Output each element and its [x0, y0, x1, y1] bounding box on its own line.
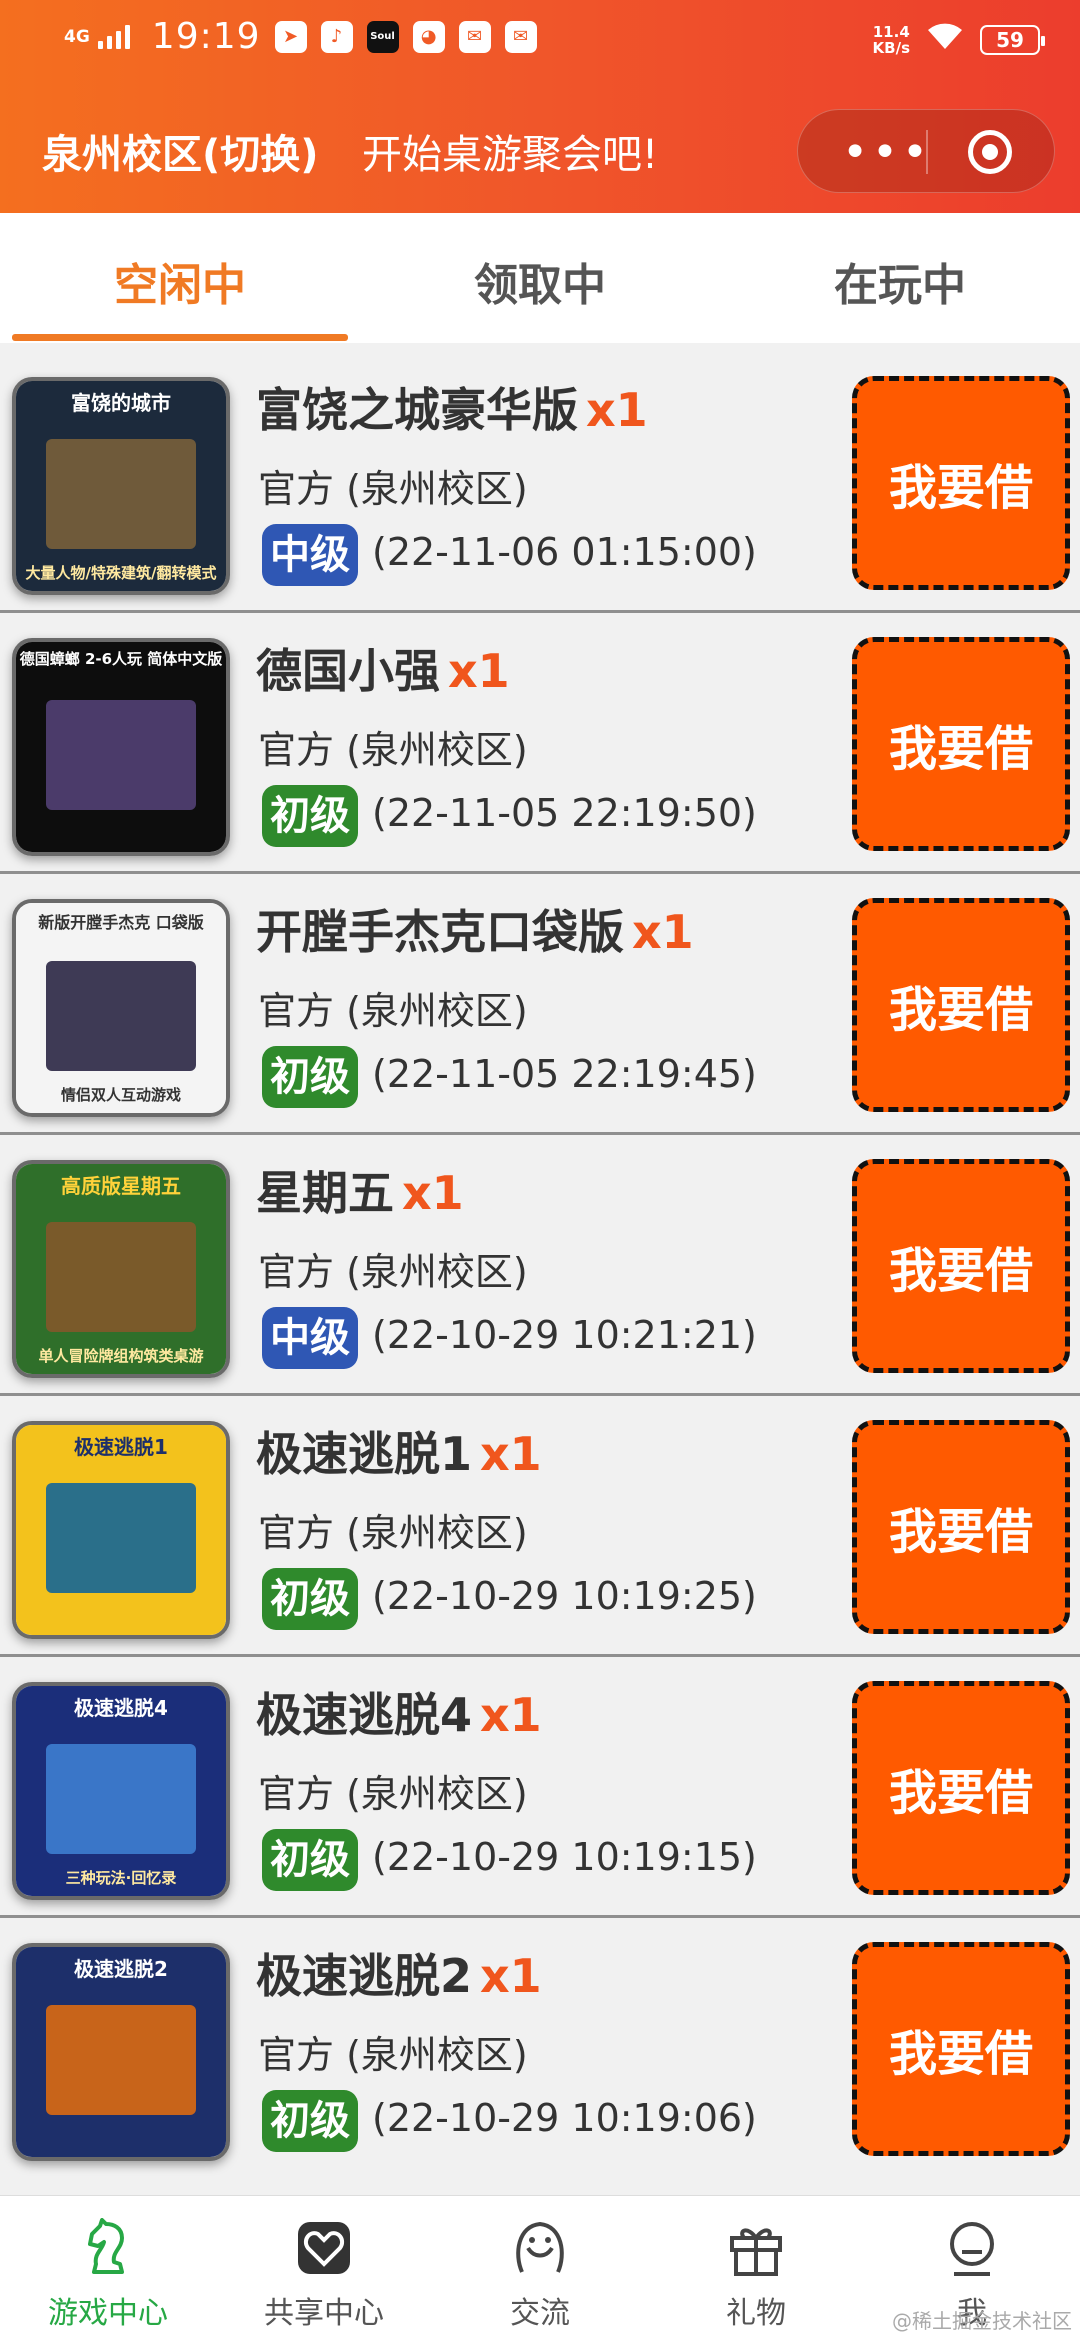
list-item[interactable]: 极速逃脱4 三种玩法·回忆录 极速逃脱4 x1 官方 (泉州校区) 初级 (22-…: [0, 1657, 1080, 1918]
title-bar: 泉州校区(切换) 开始桌游聚会吧! •••: [0, 100, 1080, 200]
status-bar-left: 4G 19:19 ➤ ♪ Soul ◕ ✉ ✉: [64, 16, 537, 57]
list-item[interactable]: 高质版星期五 单人冒险牌组构筑类桌游 星期五 x1 官方 (泉州校区) 中级 (2…: [0, 1135, 1080, 1396]
game-owner: 官方 (泉州校区): [258, 2033, 528, 2077]
battery-icon: 59: [980, 25, 1045, 55]
miniprogram-capsule: •••: [797, 109, 1055, 193]
game-timestamp: (22-11-05 22:19:45): [372, 1052, 757, 1096]
close-miniprogram-icon[interactable]: [968, 130, 1012, 174]
game-owner: 官方 (泉州校区): [258, 989, 528, 1033]
game-owner: 官方 (泉州校区): [258, 467, 528, 511]
level-badge: 初级: [262, 2090, 358, 2152]
game-cover: 极速逃脱2: [12, 1943, 230, 2161]
network-type: 4G: [64, 26, 90, 47]
list-item[interactable]: 极速逃脱1 极速逃脱1 x1 官方 (泉州校区) 初级 (22-10-29 10:…: [0, 1396, 1080, 1657]
status-bar-right: 11.4 KB/s 59: [872, 20, 1045, 60]
status-tabs: 空闲中 领取中 在玩中: [0, 213, 1080, 343]
borrow-button[interactable]: 我要借: [852, 898, 1070, 1112]
nav-community[interactable]: 交流: [432, 2196, 648, 2340]
game-title: 极速逃脱1 x1: [256, 1427, 542, 1481]
game-quantity: x1: [480, 1427, 542, 1481]
game-timestamp: (22-10-29 10:19:25): [372, 1574, 757, 1618]
game-quantity: x1: [448, 644, 510, 698]
game-title: 德国小强 x1: [256, 644, 510, 698]
borrow-button[interactable]: 我要借: [852, 1420, 1070, 1634]
list-item[interactable]: 新版开膛手杰克 口袋版 情侣双人互动游戏 开膛手杰克口袋版 x1 官方 (泉州校区…: [0, 874, 1080, 1135]
bilibili-icon: ◕: [412, 20, 445, 53]
nav-share-center[interactable]: 共享中心: [216, 2196, 432, 2340]
borrow-button[interactable]: 我要借: [852, 1159, 1070, 1373]
user-icon: [950, 2222, 994, 2276]
level-badge: 中级: [262, 1307, 358, 1369]
status-bar: 4G 19:19 ➤ ♪ Soul ◕ ✉ ✉ 11.4 KB/s 59: [0, 0, 1080, 84]
bottom-nav: 游戏中心 共享中心 交流 礼物 我 @稀土掘金技术社区: [0, 2195, 1080, 2340]
list-item[interactable]: 富饶的城市 大量人物/特殊建筑/翻转模式 富饶之城豪华版 x1 官方 (泉州校区)…: [0, 352, 1080, 613]
game-owner: 官方 (泉州校区): [258, 1250, 528, 1294]
heart-box-icon: [298, 2222, 350, 2274]
game-title: 开膛手杰克口袋版 x1: [256, 905, 694, 959]
borrow-button[interactable]: 我要借: [852, 1942, 1070, 2156]
level-badge: 初级: [262, 1046, 358, 1108]
chess-knight-icon: [88, 2218, 124, 2274]
nav-gifts[interactable]: 礼物: [648, 2196, 864, 2340]
app-header: 4G 19:19 ➤ ♪ Soul ◕ ✉ ✉ 11.4 KB/s 59 泉州校…: [0, 0, 1080, 213]
borrow-button[interactable]: 我要借: [852, 1681, 1070, 1895]
game-cover: 极速逃脱4 三种玩法·回忆录: [12, 1682, 230, 1900]
list-item[interactable]: 极速逃脱2 极速逃脱2 x1 官方 (泉州校区) 初级 (22-10-29 10:…: [0, 1918, 1080, 2179]
game-owner: 官方 (泉州校区): [258, 728, 528, 772]
game-quantity: x1: [480, 1688, 542, 1742]
game-list: 富饶的城市 大量人物/特殊建筑/翻转模式 富饶之城豪华版 x1 官方 (泉州校区)…: [0, 352, 1080, 2179]
mail-icon: ✉: [458, 20, 491, 53]
game-cover: 极速逃脱1: [12, 1421, 230, 1639]
game-timestamp: (22-10-29 10:19:15): [372, 1835, 757, 1879]
game-timestamp: (22-11-05 22:19:50): [372, 791, 757, 835]
game-owner: 官方 (泉州校区): [258, 1511, 528, 1555]
game-cover: 德国蟑螂 2-6人玩 简体中文版: [12, 638, 230, 856]
campus-switch[interactable]: 泉州校区(切换): [42, 122, 319, 180]
level-badge: 初级: [262, 1829, 358, 1891]
network-speed: 11.4 KB/s: [872, 23, 910, 57]
nav-game-center[interactable]: 游戏中心: [0, 2196, 216, 2340]
tab-playing[interactable]: 在玩中: [720, 249, 1080, 313]
game-quantity: x1: [402, 1166, 464, 1220]
level-badge: 中级: [262, 524, 358, 586]
level-badge: 初级: [262, 1568, 358, 1630]
tab-claiming[interactable]: 领取中: [360, 249, 720, 313]
level-badge: 初级: [262, 785, 358, 847]
borrow-button[interactable]: 我要借: [852, 376, 1070, 590]
game-cover: 富饶的城市 大量人物/特殊建筑/翻转模式: [12, 377, 230, 595]
game-timestamp: (22-11-06 01:15:00): [372, 530, 757, 574]
page-title: 开始桌游聚会吧!: [362, 132, 659, 178]
game-owner: 官方 (泉州校区): [258, 1772, 528, 1816]
game-title: 极速逃脱2 x1: [256, 1949, 542, 2003]
game-title: 星期五 x1: [256, 1166, 464, 1220]
game-title: 极速逃脱4 x1: [256, 1688, 542, 1742]
watermark: @稀土掘金技术社区: [892, 2309, 1072, 2333]
telegram-icon: ➤: [274, 20, 307, 53]
game-quantity: x1: [586, 383, 648, 437]
capsule-divider: [926, 130, 928, 174]
game-title: 富饶之城豪华版 x1: [256, 383, 648, 437]
game-cover: 高质版星期五 单人冒险牌组构筑类桌游: [12, 1160, 230, 1378]
clock: 19:19: [151, 16, 261, 57]
list-item[interactable]: 德国蟑螂 2-6人玩 简体中文版 德国小强 x1 官方 (泉州校区) 初级 (22…: [0, 613, 1080, 874]
game-timestamp: (22-10-29 10:19:06): [372, 2096, 757, 2140]
gift-icon: [730, 2228, 782, 2276]
borrow-button[interactable]: 我要借: [852, 637, 1070, 851]
wifi-icon: [926, 20, 964, 60]
game-quantity: x1: [632, 905, 694, 959]
tab-idle[interactable]: 空闲中: [0, 249, 360, 313]
soul-icon: Soul: [366, 20, 399, 53]
game-timestamp: (22-10-29 10:21:21): [372, 1313, 757, 1357]
game-quantity: x1: [480, 1949, 542, 2003]
tiktok-icon: ♪: [320, 20, 353, 53]
signal-icon: [97, 24, 130, 49]
active-tab-indicator: [12, 334, 348, 341]
chat-face-icon: [516, 2221, 564, 2273]
game-cover: 新版开膛手杰克 口袋版 情侣双人互动游戏: [12, 899, 230, 1117]
mail-icon: ✉: [504, 20, 537, 53]
